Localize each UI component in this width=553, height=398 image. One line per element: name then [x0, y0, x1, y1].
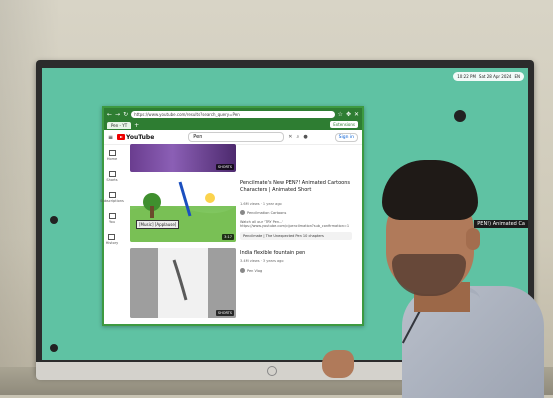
- hamburger-menu-icon[interactable]: ≡: [108, 134, 113, 141]
- avatar: [240, 268, 245, 273]
- status-bar: 10:22 PM Sat 28 Apr 2024 EN: [453, 72, 524, 81]
- video-title-pencilmate[interactable]: Pencilmate's New PEN?! Animated Cartoons…: [240, 180, 352, 193]
- cartoon-illustration: [130, 176, 236, 242]
- youtube-header: ≡ YouTube Pen ✕ ⌕ ● Sign in: [104, 130, 362, 145]
- video-thumbnail-pencilmate[interactable]: 3:17: [130, 176, 236, 242]
- sidebar-item-shorts[interactable]: Shorts: [106, 171, 118, 182]
- youtube-logo[interactable]: YouTube: [117, 134, 154, 141]
- browser-window[interactable]: ← → ↻ https://www.youtube.com/results?se…: [100, 106, 364, 326]
- sidebar-item-subscriptions[interactable]: Subscriptions: [100, 192, 124, 203]
- subscriptions-icon: [108, 192, 116, 198]
- browser-toolbar: ← → ↻ https://www.youtube.com/results?se…: [104, 108, 362, 120]
- reload-icon[interactable]: ↻: [123, 111, 128, 118]
- video-thumbnail-shorts[interactable]: SHORTS: [130, 144, 236, 172]
- forward-arrow-icon[interactable]: →: [115, 111, 120, 118]
- video-meta-pencilmate: 1.6M views · 1 year ago: [240, 202, 282, 206]
- search-input[interactable]: Pen: [188, 132, 285, 142]
- youtube-sidebar: Home Shorts Subscriptions You History: [100, 144, 124, 324]
- fountain-pen-photo: [130, 248, 236, 318]
- youtube-logo-text: YouTube: [126, 133, 155, 141]
- background-window-title: PEN!) Animated Ca: [474, 220, 528, 228]
- sidebar-item-you[interactable]: You: [108, 213, 116, 224]
- presenter-hand: [322, 350, 354, 378]
- browser-tab-bar: Pen - YT + Extensions: [104, 120, 362, 130]
- sidebar-item-home[interactable]: Home: [107, 150, 117, 161]
- video-thumbnail-fountain-pen[interactable]: SHORTS: [130, 248, 236, 318]
- presenter-ear: [466, 228, 480, 250]
- sidebar-item-history[interactable]: History: [106, 234, 118, 245]
- microphone-icon[interactable]: ●: [303, 134, 307, 140]
- address-bar[interactable]: https://www.youtube.com/results?search_q…: [131, 110, 335, 118]
- back-arrow-icon[interactable]: ←: [107, 111, 112, 118]
- you-icon: [108, 213, 116, 219]
- history-icon: [108, 234, 116, 240]
- star-icon[interactable]: ☆: [338, 111, 343, 118]
- shorts-icon: [108, 171, 116, 177]
- video-title-fountain-pen[interactable]: India flexible fountain pen: [240, 250, 352, 257]
- avatar: [240, 210, 245, 215]
- clear-search-icon[interactable]: ✕: [288, 134, 292, 140]
- chapters-row[interactable]: Pencilmate | The Unexpected Pen 10 chapt…: [240, 232, 352, 240]
- browser-tab[interactable]: Pen - YT: [107, 121, 132, 129]
- status-lang: EN: [514, 74, 520, 79]
- video-duration: 3:17: [222, 234, 234, 240]
- youtube-play-icon: [117, 134, 126, 140]
- video-description-pencilmate: Watch all our 'TRY Pen...' https://www.y…: [240, 220, 350, 228]
- close-window-icon[interactable]: ✕: [354, 111, 359, 118]
- floating-menu-button[interactable]: [454, 110, 466, 122]
- channel-pen-vlog[interactable]: Pen Vlog: [240, 268, 262, 273]
- search-icon[interactable]: ⌕: [297, 134, 300, 140]
- status-time: 10:22 PM: [457, 74, 476, 79]
- channel-pencilmation[interactable]: Pencilmation Cartoons: [240, 210, 286, 215]
- move-window-icon[interactable]: ✥: [346, 111, 351, 118]
- video-meta-fountain-pen: 3.4M views · 3 years ago: [240, 259, 284, 263]
- extensions-button[interactable]: Extensions: [330, 121, 358, 128]
- left-edge-toolbar-icon[interactable]: [50, 216, 58, 224]
- status-date: Sat 28 Apr 2024: [478, 74, 512, 79]
- search-value: Pen: [193, 134, 203, 140]
- shorts-tag-2: SHORTS: [215, 310, 234, 316]
- shorts-tag: SHORTS: [215, 164, 234, 170]
- bottom-left-toolbar-icon[interactable]: [50, 344, 58, 352]
- caption-badge: [Music] [Applause]: [136, 220, 180, 229]
- sign-in-button[interactable]: Sign in: [334, 132, 358, 142]
- home-icon: [108, 150, 116, 156]
- smart-board-logo-icon: [267, 366, 277, 376]
- new-tab-icon[interactable]: +: [134, 122, 139, 129]
